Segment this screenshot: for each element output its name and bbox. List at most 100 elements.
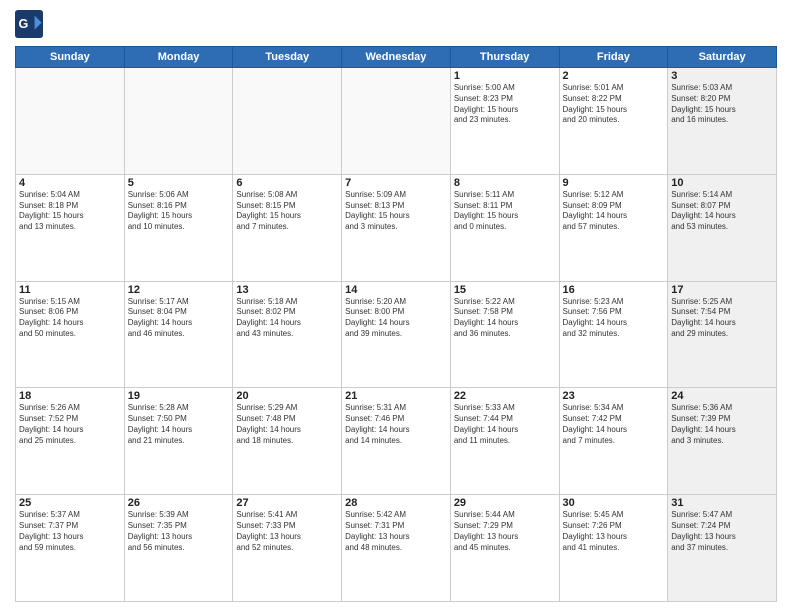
day-cell-1: 1Sunrise: 5:00 AM Sunset: 8:23 PM Daylig… [450, 68, 559, 175]
day-cell-19: 19Sunrise: 5:28 AM Sunset: 7:50 PM Dayli… [124, 388, 233, 495]
day-cell-10: 10Sunrise: 5:14 AM Sunset: 8:07 PM Dayli… [668, 174, 777, 281]
header: G [15, 10, 777, 38]
day-cell-28: 28Sunrise: 5:42 AM Sunset: 7:31 PM Dayli… [342, 495, 451, 602]
day-header-sunday: Sunday [16, 47, 125, 68]
day-number: 11 [19, 284, 121, 296]
day-cell-7: 7Sunrise: 5:09 AM Sunset: 8:13 PM Daylig… [342, 174, 451, 281]
day-number: 17 [671, 284, 773, 296]
svg-text:G: G [19, 17, 29, 31]
day-cell-18: 18Sunrise: 5:26 AM Sunset: 7:52 PM Dayli… [16, 388, 125, 495]
day-cell-16: 16Sunrise: 5:23 AM Sunset: 7:56 PM Dayli… [559, 281, 668, 388]
cell-text: Sunrise: 5:15 AM Sunset: 8:06 PM Dayligh… [19, 297, 121, 340]
day-number: 26 [128, 497, 230, 509]
day-number: 6 [236, 177, 338, 189]
day-number: 28 [345, 497, 447, 509]
cell-text: Sunrise: 5:11 AM Sunset: 8:11 PM Dayligh… [454, 190, 556, 233]
day-cell-30: 30Sunrise: 5:45 AM Sunset: 7:26 PM Dayli… [559, 495, 668, 602]
week-row-1: 4Sunrise: 5:04 AM Sunset: 8:18 PM Daylig… [16, 174, 777, 281]
cell-text: Sunrise: 5:33 AM Sunset: 7:44 PM Dayligh… [454, 403, 556, 446]
cell-text: Sunrise: 5:44 AM Sunset: 7:29 PM Dayligh… [454, 510, 556, 553]
day-number: 8 [454, 177, 556, 189]
cell-text: Sunrise: 5:18 AM Sunset: 8:02 PM Dayligh… [236, 297, 338, 340]
calendar-body: 1Sunrise: 5:00 AM Sunset: 8:23 PM Daylig… [16, 68, 777, 602]
day-cell-4: 4Sunrise: 5:04 AM Sunset: 8:18 PM Daylig… [16, 174, 125, 281]
day-cell-31: 31Sunrise: 5:47 AM Sunset: 7:24 PM Dayli… [668, 495, 777, 602]
day-number: 20 [236, 390, 338, 402]
day-number: 16 [563, 284, 665, 296]
logo: G [15, 10, 47, 38]
day-number: 19 [128, 390, 230, 402]
day-cell-15: 15Sunrise: 5:22 AM Sunset: 7:58 PM Dayli… [450, 281, 559, 388]
day-number: 5 [128, 177, 230, 189]
cell-text: Sunrise: 5:37 AM Sunset: 7:37 PM Dayligh… [19, 510, 121, 553]
empty-cell [124, 68, 233, 175]
cell-text: Sunrise: 5:09 AM Sunset: 8:13 PM Dayligh… [345, 190, 447, 233]
day-cell-14: 14Sunrise: 5:20 AM Sunset: 8:00 PM Dayli… [342, 281, 451, 388]
day-number: 3 [671, 70, 773, 82]
day-header-monday: Monday [124, 47, 233, 68]
day-number: 12 [128, 284, 230, 296]
cell-text: Sunrise: 5:25 AM Sunset: 7:54 PM Dayligh… [671, 297, 773, 340]
empty-cell [342, 68, 451, 175]
cell-text: Sunrise: 5:23 AM Sunset: 7:56 PM Dayligh… [563, 297, 665, 340]
cell-text: Sunrise: 5:31 AM Sunset: 7:46 PM Dayligh… [345, 403, 447, 446]
day-cell-20: 20Sunrise: 5:29 AM Sunset: 7:48 PM Dayli… [233, 388, 342, 495]
day-number: 18 [19, 390, 121, 402]
cell-text: Sunrise: 5:08 AM Sunset: 8:15 PM Dayligh… [236, 190, 338, 233]
cell-text: Sunrise: 5:29 AM Sunset: 7:48 PM Dayligh… [236, 403, 338, 446]
day-number: 2 [563, 70, 665, 82]
day-number: 31 [671, 497, 773, 509]
logo-icon: G [15, 10, 43, 38]
cell-text: Sunrise: 5:03 AM Sunset: 8:20 PM Dayligh… [671, 83, 773, 126]
cell-text: Sunrise: 5:17 AM Sunset: 8:04 PM Dayligh… [128, 297, 230, 340]
empty-cell [16, 68, 125, 175]
day-number: 15 [454, 284, 556, 296]
week-row-3: 18Sunrise: 5:26 AM Sunset: 7:52 PM Dayli… [16, 388, 777, 495]
day-cell-8: 8Sunrise: 5:11 AM Sunset: 8:11 PM Daylig… [450, 174, 559, 281]
day-cell-12: 12Sunrise: 5:17 AM Sunset: 8:04 PM Dayli… [124, 281, 233, 388]
day-header-wednesday: Wednesday [342, 47, 451, 68]
cell-text: Sunrise: 5:20 AM Sunset: 8:00 PM Dayligh… [345, 297, 447, 340]
day-number: 23 [563, 390, 665, 402]
day-cell-5: 5Sunrise: 5:06 AM Sunset: 8:16 PM Daylig… [124, 174, 233, 281]
day-cell-2: 2Sunrise: 5:01 AM Sunset: 8:22 PM Daylig… [559, 68, 668, 175]
cell-text: Sunrise: 5:28 AM Sunset: 7:50 PM Dayligh… [128, 403, 230, 446]
day-number: 22 [454, 390, 556, 402]
week-row-0: 1Sunrise: 5:00 AM Sunset: 8:23 PM Daylig… [16, 68, 777, 175]
day-cell-21: 21Sunrise: 5:31 AM Sunset: 7:46 PM Dayli… [342, 388, 451, 495]
day-number: 30 [563, 497, 665, 509]
day-number: 9 [563, 177, 665, 189]
day-number: 13 [236, 284, 338, 296]
day-cell-25: 25Sunrise: 5:37 AM Sunset: 7:37 PM Dayli… [16, 495, 125, 602]
cell-text: Sunrise: 5:39 AM Sunset: 7:35 PM Dayligh… [128, 510, 230, 553]
day-cell-26: 26Sunrise: 5:39 AM Sunset: 7:35 PM Dayli… [124, 495, 233, 602]
day-cell-22: 22Sunrise: 5:33 AM Sunset: 7:44 PM Dayli… [450, 388, 559, 495]
cell-text: Sunrise: 5:01 AM Sunset: 8:22 PM Dayligh… [563, 83, 665, 126]
cell-text: Sunrise: 5:26 AM Sunset: 7:52 PM Dayligh… [19, 403, 121, 446]
day-number: 14 [345, 284, 447, 296]
day-cell-11: 11Sunrise: 5:15 AM Sunset: 8:06 PM Dayli… [16, 281, 125, 388]
cell-text: Sunrise: 5:41 AM Sunset: 7:33 PM Dayligh… [236, 510, 338, 553]
day-header-friday: Friday [559, 47, 668, 68]
cell-text: Sunrise: 5:00 AM Sunset: 8:23 PM Dayligh… [454, 83, 556, 126]
page: G SundayMondayTuesdayWednesdayThursdayFr… [0, 0, 792, 612]
day-number: 10 [671, 177, 773, 189]
day-cell-23: 23Sunrise: 5:34 AM Sunset: 7:42 PM Dayli… [559, 388, 668, 495]
day-header-row: SundayMondayTuesdayWednesdayThursdayFrid… [16, 47, 777, 68]
cell-text: Sunrise: 5:14 AM Sunset: 8:07 PM Dayligh… [671, 190, 773, 233]
day-cell-24: 24Sunrise: 5:36 AM Sunset: 7:39 PM Dayli… [668, 388, 777, 495]
day-cell-9: 9Sunrise: 5:12 AM Sunset: 8:09 PM Daylig… [559, 174, 668, 281]
day-cell-3: 3Sunrise: 5:03 AM Sunset: 8:20 PM Daylig… [668, 68, 777, 175]
day-cell-17: 17Sunrise: 5:25 AM Sunset: 7:54 PM Dayli… [668, 281, 777, 388]
week-row-2: 11Sunrise: 5:15 AM Sunset: 8:06 PM Dayli… [16, 281, 777, 388]
day-number: 27 [236, 497, 338, 509]
day-number: 24 [671, 390, 773, 402]
day-number: 1 [454, 70, 556, 82]
day-number: 21 [345, 390, 447, 402]
cell-text: Sunrise: 5:36 AM Sunset: 7:39 PM Dayligh… [671, 403, 773, 446]
day-header-saturday: Saturday [668, 47, 777, 68]
cell-text: Sunrise: 5:45 AM Sunset: 7:26 PM Dayligh… [563, 510, 665, 553]
day-header-thursday: Thursday [450, 47, 559, 68]
day-cell-29: 29Sunrise: 5:44 AM Sunset: 7:29 PM Dayli… [450, 495, 559, 602]
empty-cell [233, 68, 342, 175]
